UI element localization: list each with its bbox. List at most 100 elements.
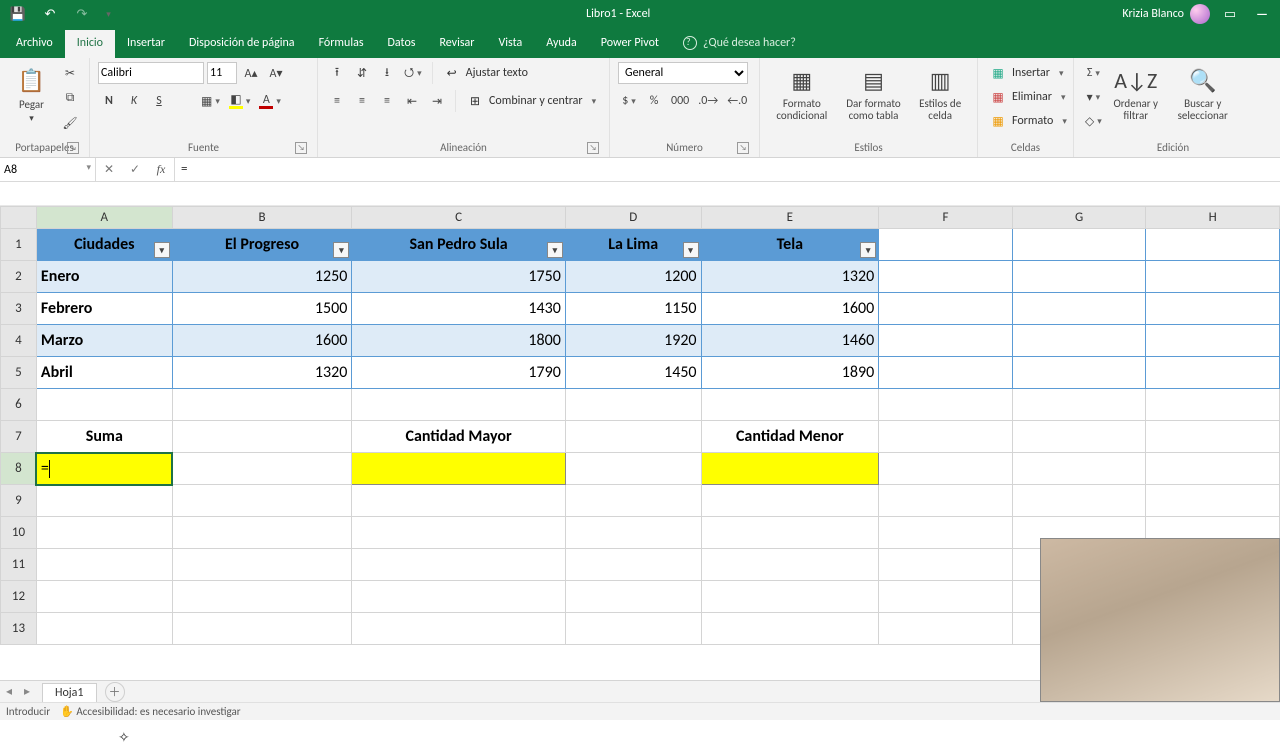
tab-formulas[interactable]: Fórmulas <box>307 30 376 58</box>
align-middle-icon[interactable]: ⇵ <box>351 62 373 84</box>
cell[interactable] <box>701 453 879 485</box>
cell[interactable]: Enero <box>36 261 172 293</box>
cell[interactable]: 1150 <box>565 293 701 325</box>
increase-font-icon[interactable]: A▴ <box>240 62 262 84</box>
paste-button[interactable]: 📋 Pegar ▾ <box>8 62 55 124</box>
tab-powerpivot[interactable]: Power Pivot <box>589 30 671 58</box>
active-cell[interactable]: = <box>36 453 172 485</box>
italic-button[interactable]: K <box>123 90 145 112</box>
tab-ayuda[interactable]: Ayuda <box>534 30 589 58</box>
orientation-icon[interactable]: ⭯ <box>401 62 425 84</box>
percent-icon[interactable]: % <box>643 90 665 112</box>
cell[interactable] <box>352 453 566 485</box>
row-header[interactable]: 8 <box>1 453 37 485</box>
row-header[interactable]: 6 <box>1 389 37 421</box>
table-header[interactable]: La Lima▾ <box>565 229 701 261</box>
tab-vista[interactable]: Vista <box>486 30 534 58</box>
merge-center-button[interactable]: ⊞Combinar y centrar <box>463 90 600 112</box>
tab-inicio[interactable]: Inicio <box>65 30 115 58</box>
increase-decimal-icon[interactable]: .0→ <box>695 90 721 112</box>
row-header[interactable]: 12 <box>1 581 37 613</box>
align-bottom-icon[interactable]: ⭳ <box>376 62 398 84</box>
clipboard-launcher[interactable]: ↘ <box>67 142 79 154</box>
cell[interactable]: 1920 <box>565 325 701 357</box>
filter-icon[interactable]: ▾ <box>333 242 349 258</box>
increase-indent-icon[interactable]: ⇥ <box>426 90 448 112</box>
row-header[interactable]: 9 <box>1 485 37 517</box>
cell[interactable]: Abril <box>36 357 172 389</box>
tell-me[interactable]: ¿Qué desea hacer? <box>683 36 796 58</box>
save-icon[interactable]: 💾 <box>4 3 32 25</box>
filter-icon[interactable]: ▾ <box>154 242 170 258</box>
cell[interactable]: 1500 <box>172 293 352 325</box>
table-header[interactable]: Tela▾ <box>701 229 879 261</box>
new-sheet-button[interactable]: ＋ <box>105 682 125 702</box>
row-header[interactable]: 5 <box>1 357 37 389</box>
cell[interactable]: 1790 <box>352 357 566 389</box>
copy-icon[interactable]: ⧉ <box>59 87 81 109</box>
fill-icon[interactable]: ▾ <box>1082 86 1105 108</box>
format-as-table-button[interactable]: ▤Dar formato como tabla <box>838 62 910 122</box>
col-header-F[interactable]: F <box>879 207 1013 229</box>
decrease-decimal-icon[interactable]: ←.0 <box>724 90 750 112</box>
cell[interactable]: Febrero <box>36 293 172 325</box>
cell[interactable]: 1430 <box>352 293 566 325</box>
format-cells-button[interactable]: ▦Formato <box>986 110 1071 132</box>
font-launcher[interactable]: ↘ <box>295 142 307 154</box>
wrap-text-button[interactable]: ↩Ajustar texto <box>440 62 532 84</box>
font-name-input[interactable] <box>98 62 204 84</box>
fill-color-icon[interactable]: ◧ <box>226 90 254 112</box>
row-header[interactable]: 11 <box>1 549 37 581</box>
clear-icon[interactable]: ◇ <box>1082 110 1105 132</box>
ribbon-display-icon[interactable]: ▭ <box>1216 3 1244 25</box>
formula-bar[interactable]: = <box>175 158 1280 181</box>
qat-customize-icon[interactable] <box>100 3 114 25</box>
tab-datos[interactable]: Datos <box>376 30 428 58</box>
accessibility-status[interactable]: ✋ Accesibilidad: es necesario investigar <box>60 705 240 718</box>
table-header[interactable]: Ciudades▾ <box>36 229 172 261</box>
cell[interactable]: 1890 <box>701 357 879 389</box>
borders-icon[interactable]: ▦ <box>198 90 223 112</box>
decrease-font-icon[interactable]: A▾ <box>265 62 287 84</box>
font-color-icon[interactable]: A <box>256 90 284 112</box>
fx-icon[interactable]: fx <box>148 162 174 177</box>
tab-revisar[interactable]: Revisar <box>427 30 486 58</box>
col-header-B[interactable]: B <box>172 207 352 229</box>
tab-disposicion[interactable]: Disposición de página <box>177 30 307 58</box>
col-header-C[interactable]: C <box>352 207 566 229</box>
find-select-button[interactable]: 🔍Buscar y seleccionar <box>1167 62 1239 122</box>
align-left-icon[interactable]: ≡ <box>326 90 348 112</box>
delete-cells-button[interactable]: ▦Eliminar <box>986 86 1069 108</box>
cell[interactable]: 1200 <box>565 261 701 293</box>
align-top-icon[interactable]: ⭱ <box>326 62 348 84</box>
row-header[interactable]: 2 <box>1 261 37 293</box>
cell[interactable]: 1600 <box>172 325 352 357</box>
cell[interactable]: 1600 <box>701 293 879 325</box>
accounting-icon[interactable]: $ <box>618 90 640 112</box>
col-header-G[interactable]: G <box>1012 207 1146 229</box>
bold-button[interactable]: N <box>98 90 120 112</box>
row-header[interactable]: 3 <box>1 293 37 325</box>
tab-archivo[interactable]: Archivo <box>4 30 65 58</box>
cell[interactable]: 1320 <box>701 261 879 293</box>
cell[interactable]: 1320 <box>172 357 352 389</box>
row-header[interactable]: 7 <box>1 421 37 453</box>
conditional-format-button[interactable]: ▦Formato condicional <box>768 62 836 122</box>
cell[interactable]: 1750 <box>352 261 566 293</box>
row-header[interactable]: 10 <box>1 517 37 549</box>
autosum-icon[interactable]: Σ <box>1082 62 1105 84</box>
decrease-indent-icon[interactable]: ⇤ <box>401 90 423 112</box>
undo-icon[interactable]: ↶ <box>36 3 64 25</box>
table-header[interactable]: El Progreso▾ <box>172 229 352 261</box>
sort-filter-button[interactable]: A↓ZOrdenar y filtrar <box>1105 62 1167 122</box>
accept-formula-icon[interactable]: ✓ <box>122 162 148 177</box>
comma-icon[interactable]: 000 <box>668 90 692 112</box>
cell[interactable]: Cantidad Mayor <box>352 421 566 453</box>
font-size-input[interactable] <box>207 62 237 84</box>
filter-icon[interactable]: ▾ <box>683 242 699 258</box>
col-header-E[interactable]: E <box>701 207 879 229</box>
user-account[interactable]: Krizia Blanco <box>1122 4 1210 24</box>
filter-icon[interactable]: ▾ <box>860 242 876 258</box>
row-header[interactable]: 1 <box>1 229 37 261</box>
cell[interactable]: Suma <box>36 421 172 453</box>
